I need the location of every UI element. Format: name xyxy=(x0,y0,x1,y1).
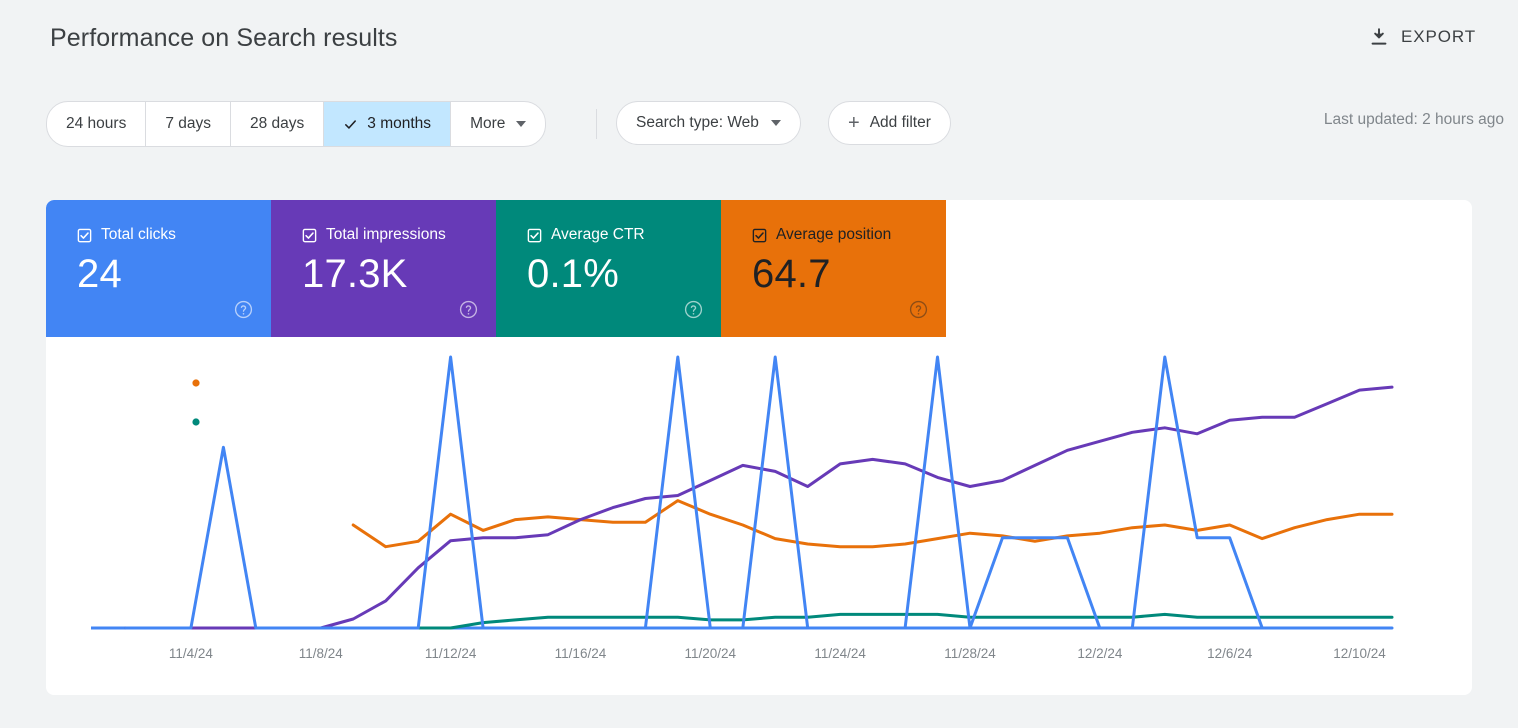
metric-value: 17.3K xyxy=(302,252,408,296)
search-type-label: Search type: Web xyxy=(636,114,759,131)
add-filter-label: Add filter xyxy=(869,114,931,131)
chevron-down-icon xyxy=(516,121,527,127)
metric-header: Total impressions xyxy=(302,226,496,244)
page-title: Performance on Search results xyxy=(50,24,398,52)
x-axis-tick-label: 12/10/24 xyxy=(1333,646,1386,661)
date-range-28-days[interactable]: 28 days xyxy=(231,102,325,146)
performance-chart: 11/4/24 11/8/24 11/12/24 11/16/24 11/20/24 11… xyxy=(46,337,1472,695)
help-icon[interactable] xyxy=(684,300,703,319)
metric-header: Average CTR xyxy=(527,226,721,244)
metric-card-total-impressions[interactable]: Total impressions 17.3K xyxy=(271,200,496,337)
metric-value: 64.7 xyxy=(752,252,831,296)
date-range-label: 7 days xyxy=(165,115,211,132)
search-type-filter[interactable]: Search type: Web xyxy=(616,101,801,145)
metric-header: Average position xyxy=(752,226,946,244)
series-line-average-ctr xyxy=(124,612,1394,630)
page-header: Performance on Search results EXPORT xyxy=(0,0,1518,82)
download-icon xyxy=(1371,28,1387,45)
toolbar-divider xyxy=(596,109,597,139)
x-axis-tick-label: 11/28/24 xyxy=(944,646,996,661)
chevron-down-icon xyxy=(770,120,781,126)
metric-value: 24 xyxy=(77,252,122,296)
date-range-selector[interactable]: 24 hours 7 days 28 days 3 months More xyxy=(46,101,547,147)
export-button[interactable]: EXPORT xyxy=(1368,26,1476,48)
date-range-more[interactable]: More xyxy=(451,102,545,146)
x-axis-tick-label: 11/20/24 xyxy=(684,646,737,661)
x-axis-tick-label: 11/24/24 xyxy=(814,646,866,661)
metric-card-average-ctr[interactable]: Average CTR 0.1% xyxy=(496,200,721,337)
data-point-marker xyxy=(192,379,200,387)
checkbox-icon[interactable] xyxy=(527,228,542,243)
date-range-label: 28 days xyxy=(250,115,305,132)
series-line-total-impressions xyxy=(124,385,1394,630)
x-axis-tick-label: 12/2/24 xyxy=(1077,646,1123,661)
x-axis-tick-label: 11/8/24 xyxy=(298,646,343,661)
add-filter-button[interactable]: + Add filter xyxy=(828,101,951,145)
checkbox-icon[interactable] xyxy=(752,228,767,243)
metric-header: Total clicks xyxy=(77,226,271,244)
checkbox-icon[interactable] xyxy=(77,228,92,243)
plus-icon: + xyxy=(848,112,860,134)
x-axis-tick-label: 11/16/24 xyxy=(554,646,607,661)
date-range-label: More xyxy=(470,115,506,132)
series-line-total-clicks xyxy=(124,355,1394,630)
metric-value: 0.1% xyxy=(527,252,619,296)
last-updated-text: Last updated: 2 hours ago xyxy=(1323,111,1504,128)
x-axis-tick-label: 12/6/24 xyxy=(1207,646,1253,661)
chart-canvas xyxy=(91,355,1394,630)
metric-cards: Total clicks 24 Total impressions 17.3K Aver… xyxy=(46,200,946,337)
x-axis-labels: 11/4/24 11/8/24 11/12/24 11/16/24 11/20/24 11… xyxy=(46,646,1472,676)
metric-card-average-position[interactable]: Average position 64.7 xyxy=(721,200,946,337)
checkbox-icon[interactable] xyxy=(302,228,317,243)
metric-label: Total clicks xyxy=(101,226,176,243)
check-icon xyxy=(345,119,357,129)
date-range-24-hours[interactable]: 24 hours xyxy=(47,102,147,146)
x-axis-tick-label: 11/4/24 xyxy=(168,646,213,661)
filter-toolbar: 24 hours 7 days 28 days 3 months More Search… xyxy=(0,82,1518,177)
performance-panel: Total clicks 24 Total impressions 17.3K Aver… xyxy=(46,200,1472,695)
x-axis-tick-label: 11/12/24 xyxy=(424,646,477,661)
date-range-7-days[interactable]: 7 days xyxy=(146,102,231,146)
help-icon[interactable] xyxy=(234,300,253,319)
date-range-label: 24 hours xyxy=(66,115,127,132)
date-range-label: 3 months xyxy=(367,115,432,132)
data-point-marker xyxy=(192,418,200,426)
series-line-average-position xyxy=(351,499,1394,549)
help-icon[interactable] xyxy=(909,300,928,319)
metric-label: Total impressions xyxy=(326,226,446,243)
metric-card-total-clicks[interactable]: Total clicks 24 xyxy=(46,200,271,337)
metric-label: Average position xyxy=(776,226,892,243)
metric-label: Average CTR xyxy=(551,226,645,243)
date-range-3-months[interactable]: 3 months xyxy=(324,102,452,146)
help-icon[interactable] xyxy=(459,300,478,319)
export-label: EXPORT xyxy=(1401,27,1476,46)
